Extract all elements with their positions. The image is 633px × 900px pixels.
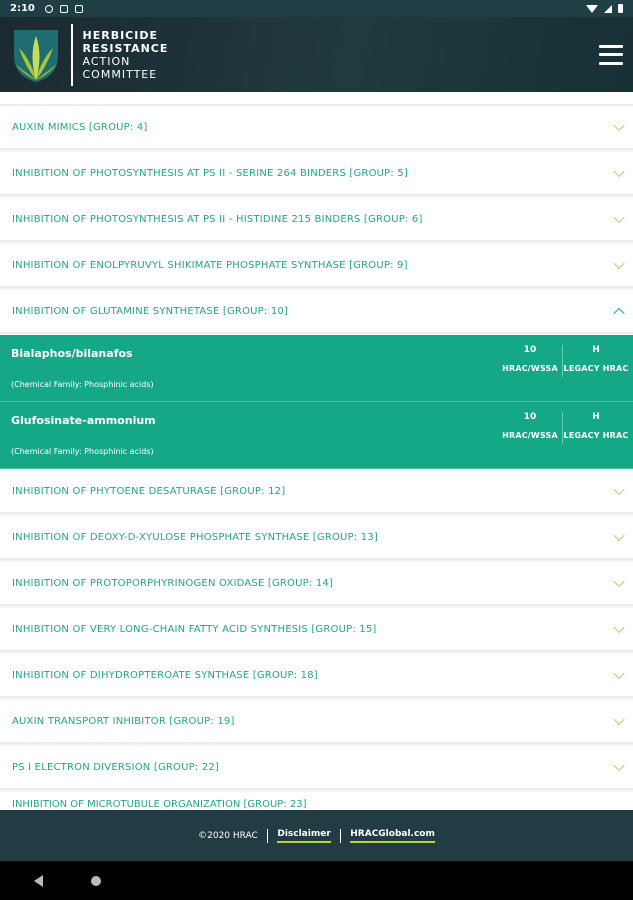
chevron-up-icon — [613, 307, 625, 320]
accordion-group-12[interactable]: INHIBITION OF PHYTOENE DESATURASE [GROUP… — [0, 470, 633, 514]
chevron-down-icon — [613, 483, 625, 496]
chevron-down-icon — [613, 119, 625, 132]
chemical-family: (Chemical Family: Phosphinic acids) — [11, 380, 154, 389]
accordion-group-19[interactable]: AUXIN TRANSPORT INHIBITOR [GROUP: 19] — [0, 700, 633, 744]
hrac-wssa-value: 10 — [523, 412, 537, 422]
website-link[interactable]: HRACGlobal.com — [350, 829, 435, 843]
chevron-down-icon — [613, 621, 625, 634]
herbicide-name: Bialaphos/bilanafos — [11, 347, 133, 360]
copyright-text: ©2020 HRAC — [198, 830, 258, 841]
accordion-group-15[interactable]: INHIBITION OF VERY LONG-CHAIN FATTY ACID… — [0, 608, 633, 652]
chevron-down-icon — [613, 529, 625, 542]
mode-of-action-list[interactable]: AUXIN MIMICS [GROUP: 4] INHIBITION OF PH… — [0, 92, 633, 810]
hrac-logo-icon[interactable] — [11, 26, 61, 84]
notification-icon — [59, 4, 68, 13]
chevron-down-icon — [613, 165, 625, 178]
legacy-hrac-caption: LEGACY HRAC — [563, 364, 629, 373]
legacy-hrac-caption: LEGACY HRAC — [563, 431, 629, 440]
accordion-group-13[interactable]: INHIBITION OF DEOXY-D-XYULOSE PHOSPHATE … — [0, 516, 633, 560]
signal-icon — [604, 4, 612, 13]
hamburger-menu-icon[interactable] — [599, 44, 623, 65]
accordion-group-6[interactable]: INHIBITION OF PHOTOSYNTHESIS AT PS II - … — [0, 198, 633, 242]
list-item-partial[interactable] — [0, 92, 633, 106]
chevron-down-icon — [613, 759, 625, 772]
battery-icon — [618, 4, 623, 13]
status-time: 2:10 — [10, 3, 35, 14]
accordion-group-10[interactable]: INHIBITION OF GLUTAMINE SYNTHETASE [GROU… — [0, 290, 633, 334]
accordion-group-18[interactable]: INHIBITION OF DIHYDROPTEROATE SYNTHASE [… — [0, 654, 633, 698]
herbicide-name: Glufosinate-ammonium — [11, 414, 156, 427]
hrac-wssa-caption: HRAC/WSSA — [502, 431, 558, 440]
chevron-down-icon — [613, 667, 625, 680]
chevron-down-icon — [613, 211, 625, 224]
herbicide-row[interactable]: Glufosinate-ammonium (Chemical Family: P… — [0, 402, 633, 469]
accordion-group-5[interactable]: INHIBITION OF PHOTOSYNTHESIS AT PS II - … — [0, 152, 633, 196]
hrac-wssa-value: 10 — [523, 345, 537, 355]
disclaimer-link[interactable]: Disclaimer — [277, 829, 331, 843]
home-icon[interactable] — [91, 876, 101, 886]
app-header: HERBICIDE RESISTANCE ACTION COMMITTEE — [0, 17, 633, 92]
legacy-hrac-value: H — [592, 345, 600, 355]
herbicide-row[interactable]: Bialaphos/bilanafos (Chemical Family: Ph… — [0, 335, 633, 402]
accordion-group-9[interactable]: INHIBITION OF ENOLPYRUVYL SHIKIMATE PHOS… — [0, 244, 633, 288]
accordion-group-14[interactable]: INHIBITION OF PROTOPORPHYRINOGEN OXIDASE… — [0, 562, 633, 606]
accordion-group-22[interactable]: PS I ELECTRON DIVERSION [GROUP: 22] — [0, 746, 633, 790]
legacy-hrac-value: H — [592, 412, 600, 422]
status-bar: 2:10 — [0, 0, 633, 17]
chevron-down-icon — [613, 713, 625, 726]
hrac-wssa-caption: HRAC/WSSA — [502, 364, 558, 373]
chevron-down-icon — [613, 257, 625, 270]
accordion-group-partial[interactable]: INHIBITION OF MICROTUBULE ORGANIZATION [… — [0, 792, 633, 810]
system-nav-bar — [0, 861, 633, 900]
wifi-icon — [586, 4, 598, 13]
logo-wordmark: HERBICIDE RESISTANCE ACTION COMMITTEE — [82, 28, 169, 81]
storage-notification-icon — [74, 4, 83, 13]
back-icon[interactable] — [34, 875, 43, 887]
settings-notification-icon — [44, 4, 53, 13]
app-footer: ©2020 HRAC Disclaimer HRACGlobal.com — [0, 810, 633, 861]
chemical-family: (Chemical Family: Phosphinic acids) — [11, 447, 154, 456]
accordion-group-4[interactable]: AUXIN MIMICS [GROUP: 4] — [0, 106, 633, 150]
logo-divider — [71, 23, 73, 86]
chevron-down-icon — [613, 575, 625, 588]
